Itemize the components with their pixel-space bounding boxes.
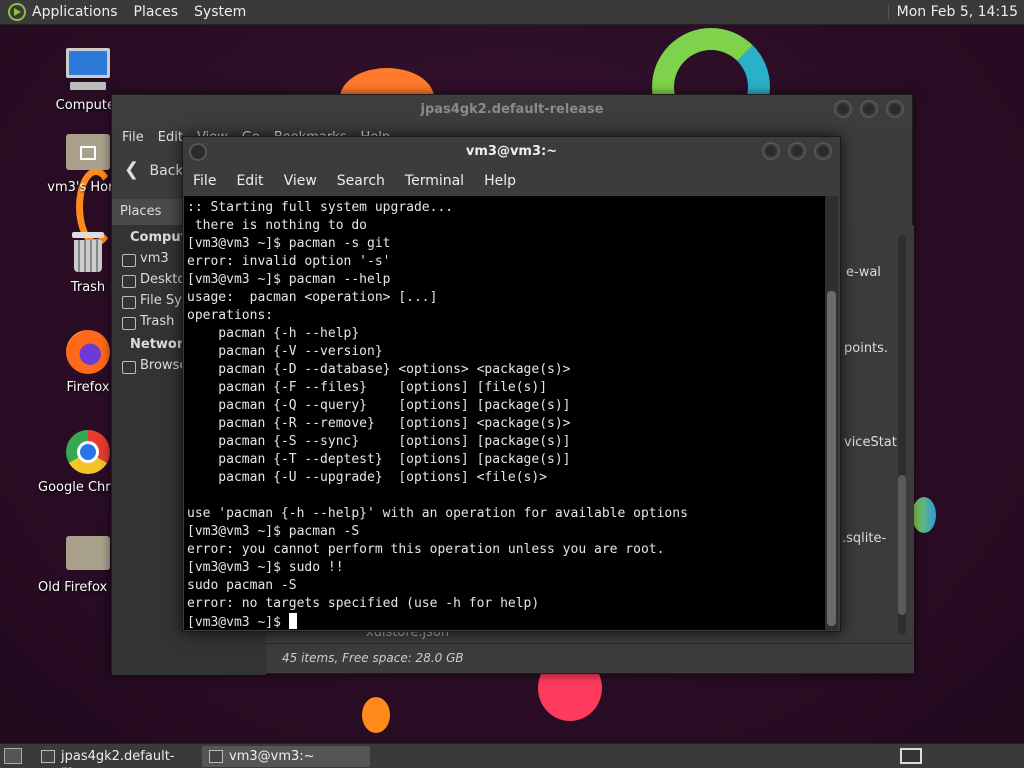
terminal-line: use 'pacman {-h --help}' with an operati…	[187, 506, 688, 521]
file-manager-statusbar: 45 items, Free space: 28.0 GB	[266, 643, 914, 673]
file-item[interactable]: viceStat	[844, 435, 897, 450]
menu-applications[interactable]: Applications	[32, 4, 118, 20]
minimize-button[interactable]	[762, 142, 780, 160]
minimize-button[interactable]	[834, 100, 852, 118]
terminal-line: [vm3@vm3 ~]$ sudo !!	[187, 560, 344, 575]
back-label: Back	[149, 163, 184, 179]
term-menu-search[interactable]: Search	[337, 173, 385, 189]
terminal-line: [vm3@vm3 ~]$ pacman --help	[187, 272, 391, 287]
terminal-line: [vm3@vm3 ~]$ pacman -S	[187, 524, 360, 539]
back-arrow-icon: ❮	[124, 159, 140, 180]
terminal-prompt-line[interactable]: [vm3@vm3 ~]$	[187, 613, 826, 630]
terminal-line: pacman {-V --version}	[187, 344, 383, 359]
terminal-line: operations:	[187, 308, 274, 323]
maximize-button[interactable]	[788, 142, 806, 160]
bottom-taskbar: jpas4gk2.default-re... vm3@vm3:~	[0, 743, 1024, 768]
file-manager-title: jpas4gk2.default-release	[420, 102, 604, 117]
terminal-line: error: invalid option '-s'	[187, 254, 391, 269]
terminal-scrollbar[interactable]	[825, 196, 838, 630]
terminal-icon	[209, 750, 223, 763]
maximize-button[interactable]	[860, 100, 878, 118]
terminal-line: pacman {-h --help}	[187, 326, 360, 341]
file-item[interactable]: .sqlite-	[842, 531, 886, 546]
terminal-line: pacman {-Q --query} [options] [package(s…	[187, 398, 571, 413]
workspace-switcher[interactable]	[900, 748, 922, 764]
taskbar-item-label: jpas4gk2.default-re...	[61, 749, 175, 768]
terminal-prompt: [vm3@vm3 ~]$	[187, 615, 289, 630]
terminal-line: pacman {-F --files} [options] [file(s)]	[187, 380, 548, 395]
scrollbar-thumb[interactable]	[898, 475, 906, 615]
chrome-icon	[64, 428, 112, 476]
menu-system[interactable]: System	[194, 4, 246, 20]
text-cursor	[288, 613, 297, 629]
wallpaper-blue-shape	[912, 497, 936, 533]
top-panel: Applications Places System Mon Feb 5, 14…	[0, 0, 1024, 25]
folder-icon	[41, 750, 55, 763]
taskbar-item-terminal[interactable]: vm3@vm3:~	[202, 746, 370, 767]
terminal-line: there is nothing to do	[187, 218, 368, 233]
wallpaper-small-orange-shape	[362, 697, 390, 733]
show-desktop-icon[interactable]	[4, 748, 22, 764]
term-menu-file[interactable]: File	[193, 173, 216, 189]
home-folder-icon	[64, 128, 112, 176]
terminal-line: pacman {-U --upgrade} [options] <file(s)…	[187, 470, 548, 485]
taskbar-item-label: vm3@vm3:~	[229, 749, 315, 764]
term-menu-edit[interactable]: Edit	[236, 173, 263, 189]
file-item[interactable]: points.	[844, 341, 888, 356]
terminal-line: error: no targets specified (use -h for …	[187, 596, 540, 611]
terminal-line: pacman {-T --deptest} [options] [package…	[187, 452, 571, 467]
terminal-line: error: you cannot perform this operation…	[187, 542, 665, 557]
close-button[interactable]	[886, 100, 904, 118]
back-button[interactable]: ❮ Back	[124, 159, 184, 180]
terminal-menubar: File Edit View Search Terminal Help	[183, 167, 840, 195]
menu-places[interactable]: Places	[134, 4, 179, 20]
terminal-window[interactable]: vm3@vm3:~ File Edit View Search Terminal…	[182, 136, 841, 632]
file-manager-titlebar[interactable]: jpas4gk2.default-release	[112, 95, 912, 125]
terminal-titlebar[interactable]: vm3@vm3:~	[183, 137, 840, 167]
trash-icon	[64, 228, 112, 276]
terminal-line: pacman {-R --remove} [options] <package(…	[187, 416, 571, 431]
terminal-line: usage: pacman <operation> [...]	[187, 290, 438, 305]
terminal-line: sudo pacman -S	[187, 578, 297, 593]
terminal-line: pacman {-S --sync} [options] [package(s)…	[187, 434, 571, 449]
terminal-line: [vm3@vm3 ~]$ pacman -s git	[187, 236, 391, 251]
computer-icon	[64, 46, 112, 94]
taskbar-item-file-manager[interactable]: jpas4gk2.default-re...	[34, 746, 200, 768]
fm-menu-file[interactable]: File	[122, 130, 144, 145]
term-menu-view[interactable]: View	[284, 173, 317, 189]
term-menu-terminal[interactable]: Terminal	[405, 173, 464, 189]
terminal-line: pacman {-D --database} <options> <packag…	[187, 362, 571, 377]
file-manager-scrollbar[interactable]	[898, 235, 906, 635]
term-menu-help[interactable]: Help	[484, 173, 516, 189]
folder-icon	[64, 528, 112, 576]
fm-menu-edit[interactable]: Edit	[158, 130, 183, 145]
terminal-screen[interactable]: :: Starting full system upgrade... there…	[184, 196, 826, 630]
file-item[interactable]: e-wal	[846, 265, 881, 280]
clock[interactable]: Mon Feb 5, 14:15	[887, 4, 1018, 20]
terminal-title: vm3@vm3:~	[465, 144, 558, 159]
terminal-line: :: Starting full system upgrade...	[187, 200, 454, 215]
close-button[interactable]	[814, 142, 832, 160]
firefox-icon	[64, 328, 112, 376]
scrollbar-thumb[interactable]	[827, 291, 836, 626]
applications-logo-icon[interactable]	[8, 3, 26, 21]
